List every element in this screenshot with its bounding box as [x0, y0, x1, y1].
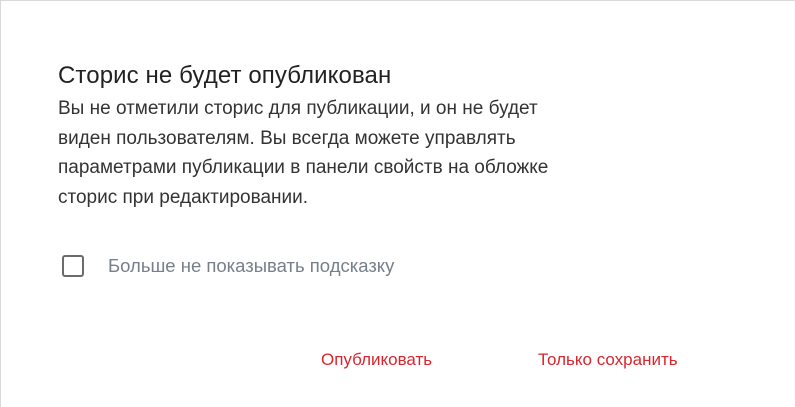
- story-not-published-dialog: Сторис не будет опубликован Вы не отмети…: [0, 0, 795, 407]
- dont-show-again-checkbox[interactable]: [62, 255, 84, 277]
- publish-button[interactable]: Опубликовать: [321, 346, 432, 374]
- dialog-message-line: сторис при редактировании.: [58, 186, 309, 208]
- dialog-message: Вы не отметили сторис для публикации, и …: [58, 94, 778, 212]
- save-only-button[interactable]: Только сохранить: [538, 346, 678, 374]
- dialog-title: Сторис не будет опубликован: [58, 62, 392, 89]
- dialog-message-line: виден пользователям. Вы всегда можете уп…: [58, 127, 516, 149]
- dont-show-again-option[interactable]: Больше не показывать подсказку: [62, 251, 394, 281]
- dont-show-again-label[interactable]: Больше не показывать подсказку: [108, 255, 394, 277]
- dialog-message-line: параметрами публикации в панели свойств …: [58, 157, 549, 178]
- dialog-message-line: Вы не отметили сторис для публикации, и …: [58, 98, 538, 119]
